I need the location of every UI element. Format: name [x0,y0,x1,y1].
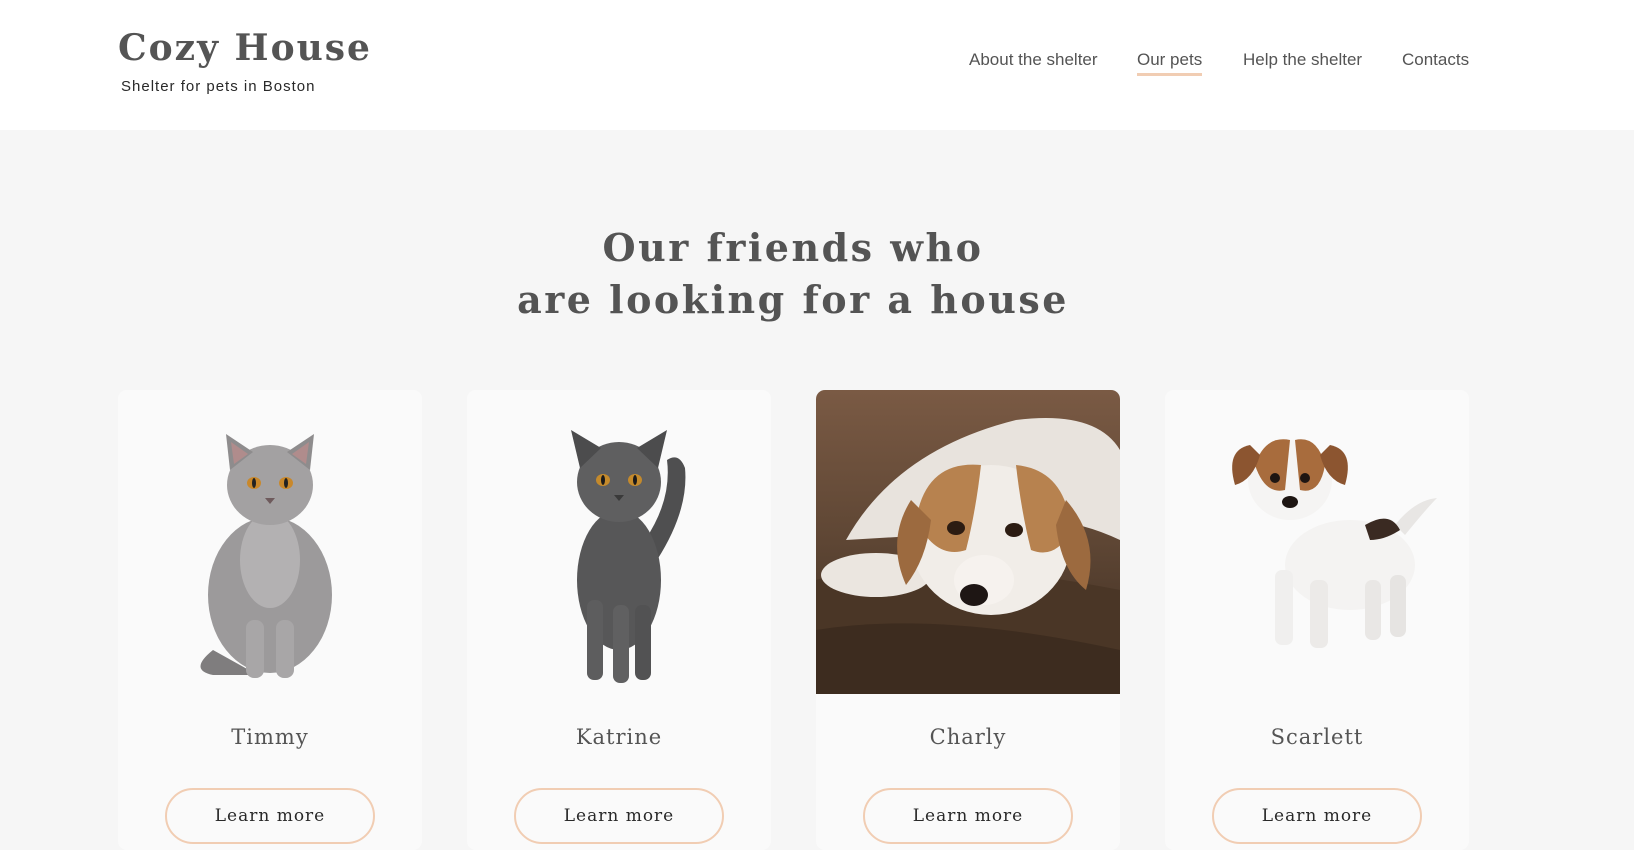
section-title: Our friends who are looking for a house [0,222,1586,326]
gray-cat-photo [118,390,422,694]
pet-card[interactable]: Scarlett Learn more [1165,390,1469,850]
pet-name: Katrine [575,725,663,749]
dark-gray-cat-photo [467,390,771,694]
pet-card[interactable]: Katrine Learn more [467,390,771,850]
pet-name: Timmy [231,725,309,749]
nav-our-pets[interactable]: Our pets [1137,48,1203,76]
section-title-line-1: Our friends who [602,225,984,270]
pet-card[interactable]: Charly Learn more [816,390,1120,850]
nav-help-shelter[interactable]: Help the shelter [1243,48,1362,72]
logo-title[interactable]: Cozy House [118,26,370,70]
nav-about-shelter[interactable]: About the shelter [969,48,1098,72]
learn-more-button[interactable]: Learn more [1212,788,1422,844]
pet-card[interactable]: Timmy Learn more [118,390,422,850]
section-title-line-2: are looking for a house [517,277,1069,322]
learn-more-button[interactable]: Learn more [863,788,1073,844]
nav-contacts[interactable]: Contacts [1402,48,1469,72]
puppy-photo [1165,390,1469,694]
logo[interactable]: Cozy House Shelter for pets in Boston [118,26,370,95]
learn-more-button[interactable]: Learn more [165,788,375,844]
pet-name: Scarlett [1270,725,1364,749]
pet-name: Charly [929,725,1007,749]
learn-more-button[interactable]: Learn more [514,788,724,844]
dog-photo [816,390,1120,694]
site-header: Cozy House Shelter for pets in Boston Ab… [0,0,1634,130]
logo-subtitle: Shelter for pets in Boston [121,78,316,95]
